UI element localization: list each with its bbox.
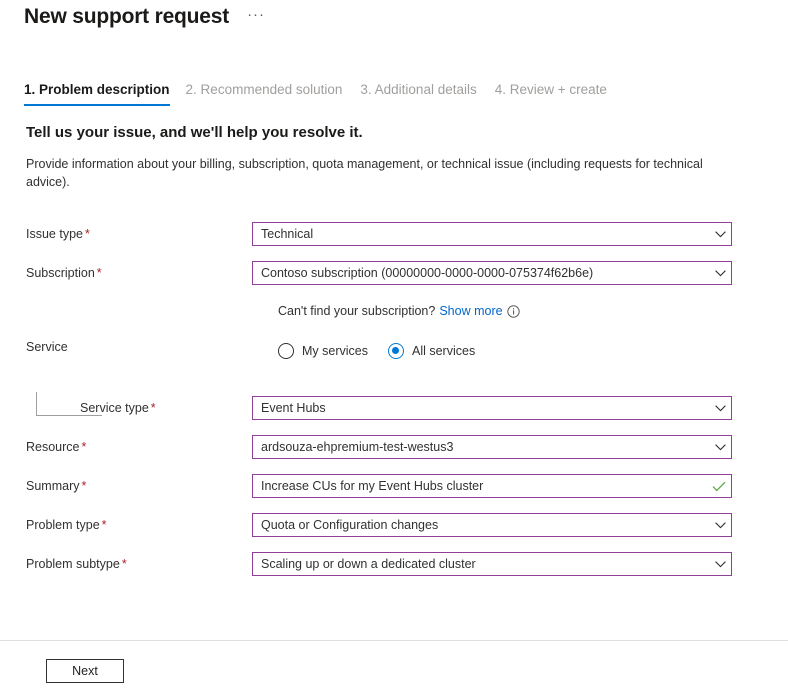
service-type-label-text: Service type <box>80 401 149 415</box>
summary-input[interactable]: Increase CUs for my Event Hubs cluster <box>252 474 732 498</box>
required-marker: * <box>101 518 107 532</box>
problem-subtype-value: Scaling up or down a dedicated cluster <box>261 557 476 571</box>
issue-type-dropdown[interactable]: Technical <box>252 222 732 246</box>
problem-description-form: Issue type * Technical Subscription * Cont… <box>0 222 788 591</box>
summary-label: Summary * <box>0 479 252 493</box>
radio-all-services-indicator <box>387 343 404 359</box>
form-row-summary: Summary * Increase CUs for my Event Hubs … <box>0 474 788 498</box>
support-request-page: New support request ··· 1. Problem descr… <box>0 0 788 699</box>
radio-my-services[interactable]: My services <box>278 343 368 359</box>
required-marker: * <box>96 266 102 280</box>
tab-review-create[interactable]: 4. Review + create <box>495 82 625 106</box>
problem-type-label: Problem type * <box>0 518 252 532</box>
form-row-subscription-note: Can't find your subscription? Show more <box>0 300 788 322</box>
form-row-problem-subtype: Problem subtype * Scaling up or down a de… <box>0 552 788 576</box>
problem-subtype-label: Problem subtype * <box>0 557 252 571</box>
show-more-link[interactable]: Show more <box>439 304 502 318</box>
footer-divider <box>0 640 788 641</box>
tab-recommended-solution[interactable]: 2. Recommended solution <box>186 82 361 106</box>
service-scope-radio-group: My services All services <box>278 343 475 359</box>
summary-value: Increase CUs for my Event Hubs cluster <box>261 479 484 493</box>
form-row-issue-type: Issue type * Technical <box>0 222 788 246</box>
chevron-down-icon <box>709 560 731 568</box>
radio-my-services-label: My services <box>302 344 368 358</box>
problem-subtype-label-text: Problem subtype <box>26 557 120 571</box>
section-description: Provide information about your billing, … <box>26 157 703 189</box>
required-marker: * <box>150 401 156 415</box>
issue-type-label-text: Issue type <box>26 227 83 241</box>
section-heading: Tell us your issue, and we'll help you r… <box>26 124 363 141</box>
tab-problem-description[interactable]: 1. Problem description <box>24 82 186 106</box>
resource-label: Resource * <box>0 440 252 454</box>
subscription-dropdown[interactable]: Contoso subscription (00000000-0000-0000… <box>252 261 732 285</box>
subscription-note-text: Can't find your subscription? <box>278 304 436 318</box>
checkmark-icon <box>707 481 731 492</box>
tab-additional-details[interactable]: 3. Additional details <box>360 82 494 106</box>
radio-my-services-indicator <box>278 343 294 359</box>
service-type-value: Event Hubs <box>261 401 326 415</box>
service-type-dropdown[interactable]: Event Hubs <box>252 396 732 420</box>
issue-type-label: Issue type * <box>0 227 252 241</box>
resource-label-text: Resource <box>26 440 80 454</box>
page-title: New support request <box>24 5 230 28</box>
service-label: Service <box>26 340 68 354</box>
resource-value: ardsouza-ehpremium-test-westus3 <box>261 440 454 454</box>
wizard-tabs: 1. Problem description 2. Recommended so… <box>24 82 625 106</box>
form-row-problem-type: Problem type * Quota or Configuration cha… <box>0 513 788 537</box>
problem-subtype-dropdown[interactable]: Scaling up or down a dedicated cluster <box>252 552 732 576</box>
issue-type-value: Technical <box>261 227 314 241</box>
subscription-label: Subscription * <box>0 266 252 280</box>
problem-type-value: Quota or Configuration changes <box>261 518 439 532</box>
chevron-down-icon <box>709 230 731 238</box>
problem-type-label-text: Problem type <box>26 518 100 532</box>
required-marker: * <box>81 440 87 454</box>
subscription-value: Contoso subscription (00000000-0000-0000… <box>261 266 594 280</box>
chevron-down-icon <box>709 269 731 277</box>
chevron-down-icon <box>709 404 731 412</box>
chevron-down-icon <box>709 521 731 529</box>
summary-label-text: Summary <box>26 479 80 493</box>
radio-all-services-label: All services <box>411 344 476 358</box>
form-row-service-scope: Service My services All services <box>0 338 788 364</box>
radio-all-services[interactable]: All services <box>387 343 476 359</box>
chevron-down-icon <box>709 443 731 451</box>
info-icon[interactable] <box>506 304 520 318</box>
form-row-subscription: Subscription * Contoso subscription (0000… <box>0 261 788 285</box>
required-marker: * <box>84 227 90 241</box>
page-header: New support request ··· <box>24 2 269 32</box>
problem-type-dropdown[interactable]: Quota or Configuration changes <box>252 513 732 537</box>
form-row-resource: Resource * ardsouza-ehpremium-test-westus… <box>0 435 788 459</box>
subscription-help-note: Can't find your subscription? Show more <box>278 304 520 318</box>
service-tree-connector-block <box>0 370 788 416</box>
service-type-label: Service type * <box>0 401 252 415</box>
required-marker: * <box>121 557 127 571</box>
form-row-service-type: Service type * Event Hubs <box>0 396 788 420</box>
subscription-label-text: Subscription <box>26 266 95 280</box>
required-marker: * <box>81 479 87 493</box>
more-options-icon[interactable]: ··· <box>243 4 269 30</box>
resource-dropdown[interactable]: ardsouza-ehpremium-test-westus3 <box>252 435 732 459</box>
next-button[interactable]: Next <box>46 659 124 683</box>
